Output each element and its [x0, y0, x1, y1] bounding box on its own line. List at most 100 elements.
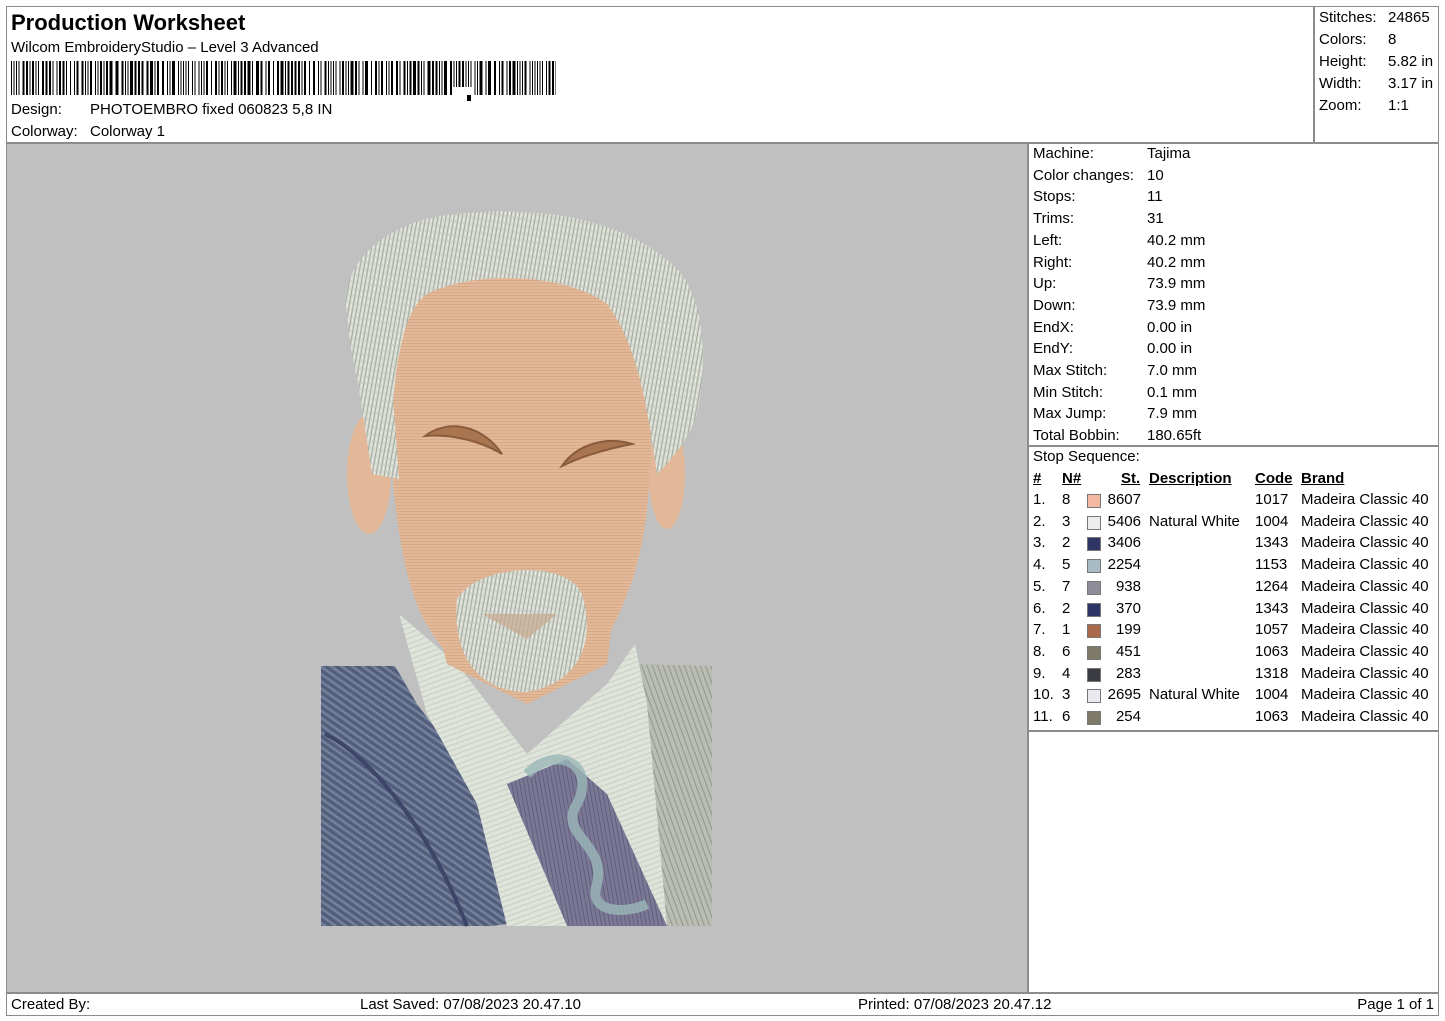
row-n: 3 — [1062, 686, 1071, 704]
row-n: 2 — [1062, 599, 1071, 617]
machine-value: 0.00 in — [1147, 340, 1193, 358]
stop-sequence-title: Stop Sequence: — [1033, 448, 1140, 465]
machine-value: 73.9 mm — [1147, 296, 1206, 314]
machine-value: 40.2 mm — [1147, 253, 1206, 271]
table-row: 7. 1 199 1057 Madeira Classic 40 — [1029, 621, 1440, 642]
machine-value: 73.9 mm — [1147, 275, 1206, 293]
machine-row: Total Bobbin: 180.65ft — [1033, 427, 1201, 445]
row-num: 4. — [1033, 556, 1046, 574]
color-swatch — [1087, 494, 1101, 508]
machine-value: 7.9 mm — [1147, 405, 1198, 423]
machine-value: 10 — [1147, 166, 1164, 184]
stat-height: Height: 5.82 in — [1319, 53, 1434, 70]
machine-row: EndY: 0.00 in — [1033, 340, 1192, 358]
stat-zoom: Zoom: 1:1 — [1319, 97, 1409, 114]
machine-row: Left: 40.2 mm — [1033, 231, 1205, 249]
machine-label: Min Stitch: — [1033, 383, 1104, 401]
machine-label: Right: — [1033, 253, 1073, 271]
table-row: 4. 5 2254 1153 Madeira Classic 40 — [1029, 556, 1440, 577]
machine-value: 0.1 mm — [1147, 383, 1198, 401]
row-stitches: 5406 — [1107, 512, 1141, 530]
machine-row: Max Stitch: 7.0 mm — [1033, 362, 1197, 379]
row-n: 1 — [1062, 621, 1071, 639]
row-stitches: 283 — [1115, 664, 1141, 682]
machine-row: Down: 73.9 mm — [1033, 296, 1205, 314]
row-brand: Madeira Classic 40 — [1301, 577, 1429, 595]
col-n: N# — [1062, 470, 1082, 487]
stat-stitches: Stitches: 24865 — [1319, 9, 1430, 26]
machine-label: Trims: — [1033, 210, 1075, 228]
color-swatch — [1087, 711, 1101, 725]
machine-label: Down: — [1033, 296, 1076, 314]
row-num: 10. — [1033, 686, 1054, 704]
row-code: 1153 — [1255, 556, 1288, 574]
row-stitches: 3406 — [1107, 534, 1141, 552]
last-saved: Last Saved: 07/08/2023 20.47.10 — [360, 996, 582, 1013]
col-num: # — [1033, 470, 1042, 487]
machine-label: Color changes: — [1033, 166, 1134, 184]
row-code: 1063 — [1255, 708, 1289, 725]
worksheet-footer: Created By: Last Saved: 07/08/2023 20.47… — [6, 993, 1439, 1016]
page-number: Page 1 of 1 — [1357, 996, 1434, 1013]
row-n: 6 — [1062, 642, 1071, 660]
row-description: Natural White — [1149, 512, 1240, 530]
row-brand: Madeira Classic 40 — [1301, 491, 1429, 508]
row-code: 1264 — [1255, 577, 1289, 595]
machine-info: Machine: Tajima Color changes: 10 Stops: 11 Tr… — [1028, 143, 1439, 446]
printed-date: Printed: 07/08/2023 20.47.12 — [858, 996, 1052, 1013]
table-row: 2. 3 5406 Natural White 1004 Madeira Classic … — [1029, 513, 1440, 534]
machine-label: Max Stitch: — [1033, 362, 1108, 379]
stat-width: Width: 3.17 in — [1319, 75, 1434, 92]
machine-label: EndY: — [1033, 340, 1074, 358]
colorway-label: Colorway: — [11, 123, 78, 140]
page-title: Production Worksheet — [11, 10, 246, 35]
machine-label: Machine: — [1033, 145, 1094, 162]
row-code: 1004 — [1255, 686, 1289, 704]
row-n: 4 — [1062, 664, 1071, 682]
created-by: Created By: — [11, 996, 91, 1013]
color-swatch — [1087, 515, 1101, 530]
machine-row: Right: 40.2 mm — [1033, 253, 1205, 271]
colorway-value: Colorway 1 — [90, 123, 166, 140]
machine-label: Left: — [1033, 231, 1063, 249]
software-name: Wilcom EmbroideryStudio – Level 3 Advanc… — [11, 39, 319, 56]
row-brand: Madeira Classic 40 — [1301, 664, 1429, 682]
table-row: 6. 2 370 1343 Madeira Classic 40 — [1029, 600, 1440, 621]
machine-label: Max Jump: — [1033, 405, 1107, 423]
row-brand: Madeira Classic 40 — [1301, 599, 1429, 617]
row-num: 9. — [1033, 664, 1046, 682]
row-num: 6. — [1033, 599, 1046, 617]
machine-label: Up: — [1033, 275, 1057, 293]
machine-label: Total Bobbin: — [1033, 427, 1120, 445]
row-stitches: 254 — [1115, 708, 1141, 725]
color-swatch — [1087, 624, 1101, 639]
stop-sequence: Stop Sequence: # N# St. Description Code… — [1028, 446, 1439, 731]
table-row: 10. 3 2695 Natural White 1004 Madeira Classic… — [1029, 686, 1440, 707]
machine-label: EndX: — [1033, 318, 1074, 336]
color-swatch — [1087, 645, 1101, 660]
row-code: 1343 — [1255, 599, 1289, 617]
row-code: 1017 — [1255, 491, 1289, 508]
machine-value: 0.00 in — [1147, 318, 1193, 336]
machine-value: Tajima — [1147, 145, 1191, 162]
row-stitches: 2695 — [1107, 686, 1141, 704]
machine-value: 31 — [1147, 210, 1164, 228]
row-stitches: 199 — [1115, 621, 1141, 639]
embroidery-portrait — [321, 211, 712, 927]
row-stitches: 2254 — [1107, 556, 1141, 574]
machine-value: 7.0 mm — [1147, 362, 1198, 379]
machine-row: EndX: 0.00 in — [1033, 318, 1192, 336]
row-brand: Madeira Classic 40 — [1301, 708, 1429, 725]
machine-label: Stops: — [1033, 188, 1076, 206]
row-num: 3. — [1033, 534, 1046, 552]
machine-row: Trims: 31 — [1033, 210, 1164, 228]
color-swatch — [1087, 667, 1101, 682]
design-stats: Stitches: 24865 Colors: 8 Height: 5.82 in W… — [1314, 6, 1439, 143]
row-brand: Madeira Classic 40 — [1301, 686, 1429, 704]
row-brand: Madeira Classic 40 — [1301, 642, 1429, 660]
design-label: Design: — [11, 101, 62, 118]
col-description: Description — [1149, 470, 1232, 487]
machine-value: 40.2 mm — [1147, 231, 1206, 249]
row-num: 1. — [1033, 491, 1046, 508]
table-row: 1. 8 8607 1017 Madeira Classic 40 — [1029, 491, 1440, 512]
